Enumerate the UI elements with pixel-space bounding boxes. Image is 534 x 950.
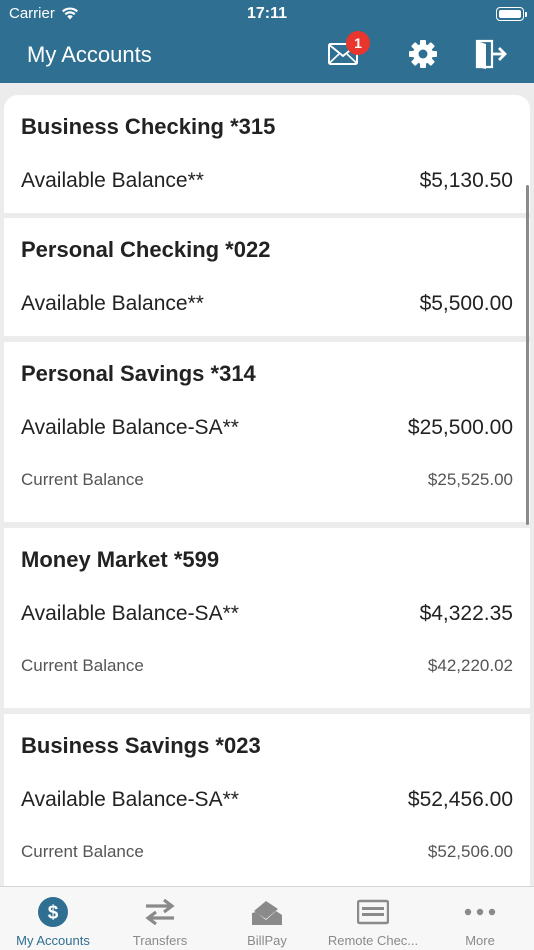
tab-label: BillPay bbox=[247, 933, 287, 948]
gear-icon[interactable] bbox=[403, 34, 443, 74]
accounts-list[interactable]: Business Checking *315 Available Balance… bbox=[4, 95, 530, 886]
tab-label: Transfers bbox=[132, 933, 188, 948]
available-balance-label: Available Balance** bbox=[21, 169, 204, 192]
tab-transfers[interactable]: Transfers bbox=[107, 887, 213, 950]
account-card[interactable]: Personal Checking *022 Available Balance… bbox=[4, 218, 530, 336]
tab-bar: $ My Accounts Transfers BillPay Remote C… bbox=[0, 886, 534, 950]
account-name: Business Checking *315 bbox=[21, 114, 276, 139]
account-name: Personal Checking *022 bbox=[21, 237, 271, 262]
check-card-icon bbox=[320, 897, 426, 927]
battery-icon bbox=[496, 7, 527, 21]
current-balance-label: Current Balance bbox=[21, 656, 144, 675]
available-balance-label: Available Balance-SA** bbox=[21, 788, 239, 811]
tab-billpay[interactable]: BillPay bbox=[214, 887, 320, 950]
current-balance-value: $42,220.02 bbox=[427, 656, 513, 675]
available-balance-value: $5,130.50 bbox=[419, 169, 513, 192]
current-balance-label: Current Balance bbox=[21, 470, 144, 489]
transfer-arrows-icon bbox=[107, 897, 213, 927]
tab-label: Remote Chec... bbox=[327, 933, 419, 948]
account-name: Personal Savings *314 bbox=[21, 361, 256, 386]
status-bar: Carrier 17:11 bbox=[0, 0, 534, 28]
tab-more[interactable]: More bbox=[427, 887, 533, 950]
account-card[interactable]: Business Checking *315 Available Balance… bbox=[4, 95, 530, 213]
current-balance-value: $25,525.00 bbox=[427, 470, 513, 489]
available-balance-value: $5,500.00 bbox=[419, 292, 513, 315]
available-balance-label: Available Balance** bbox=[21, 292, 204, 315]
tab-label: More bbox=[465, 933, 495, 948]
unread-count-badge: 1 bbox=[346, 31, 370, 55]
tab-label: My Accounts bbox=[16, 933, 90, 948]
app-header: Carrier 17:11 My Accounts 1 bbox=[0, 0, 534, 83]
billpay-icon bbox=[214, 897, 320, 927]
current-balance-label: Current Balance bbox=[21, 842, 144, 861]
account-name: Money Market *599 bbox=[21, 547, 220, 572]
account-card[interactable]: Money Market *599 Available Balance-SA**… bbox=[4, 528, 530, 708]
account-card[interactable]: Personal Savings *314 Available Balance-… bbox=[4, 342, 530, 522]
tab-my-accounts[interactable]: $ My Accounts bbox=[0, 887, 106, 950]
current-balance-value: $52,506.00 bbox=[427, 842, 513, 861]
page-title: My Accounts bbox=[27, 42, 152, 67]
account-name: Business Savings *023 bbox=[21, 733, 261, 758]
svg-text:$: $ bbox=[48, 903, 59, 924]
clock: 17:11 bbox=[246, 5, 288, 22]
available-balance-label: Available Balance-SA** bbox=[21, 416, 239, 439]
available-balance-value: $25,500.00 bbox=[407, 416, 513, 439]
logout-icon[interactable] bbox=[471, 34, 511, 74]
available-balance-value: $4,322.35 bbox=[419, 602, 513, 625]
dollar-icon: $ bbox=[0, 897, 106, 927]
available-balance-value: $52,456.00 bbox=[407, 788, 513, 811]
more-dots-icon bbox=[427, 897, 533, 927]
scrollbar[interactable] bbox=[526, 185, 529, 525]
tab-remote-check[interactable]: Remote Chec... bbox=[320, 887, 426, 950]
account-card[interactable]: Business Savings *023 Available Balance-… bbox=[4, 714, 530, 886]
available-balance-label: Available Balance-SA** bbox=[21, 602, 239, 625]
